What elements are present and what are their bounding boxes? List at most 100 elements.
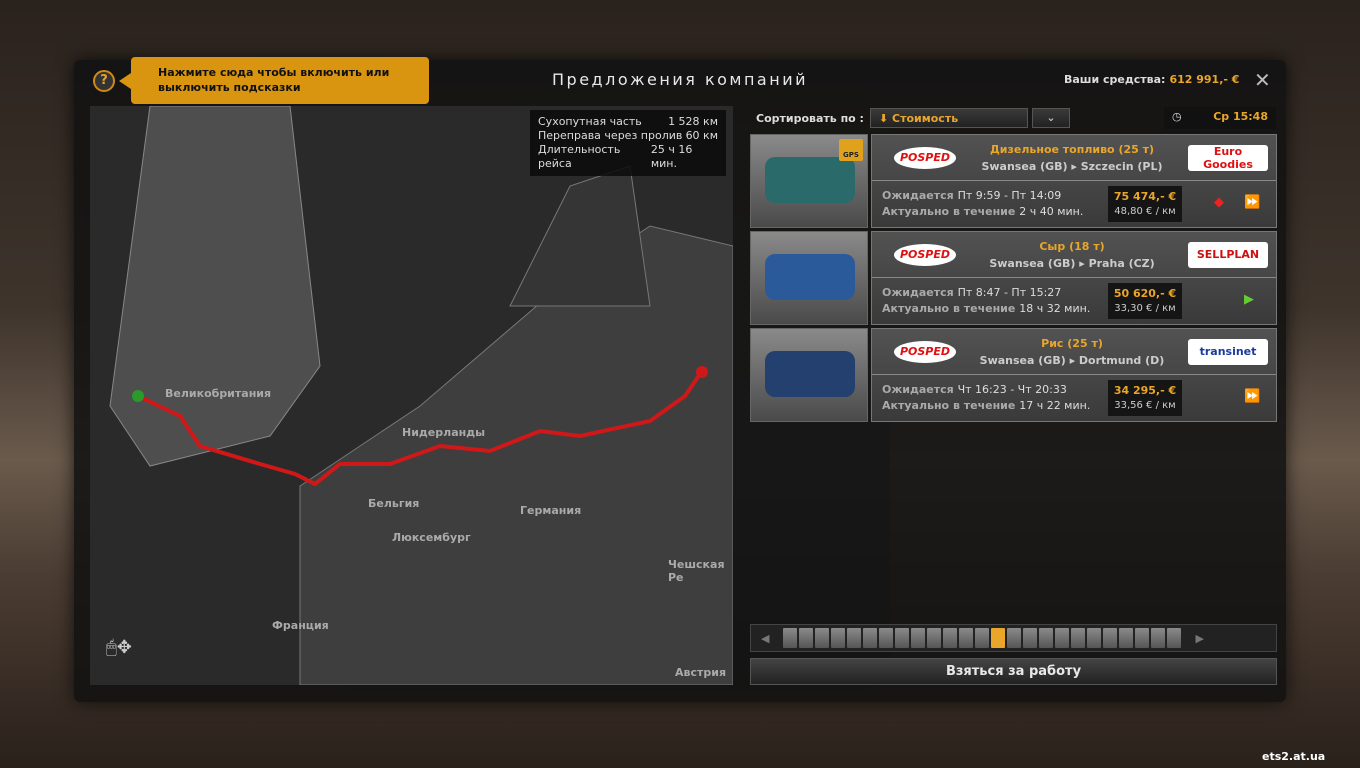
page-segment[interactable] bbox=[959, 628, 974, 648]
chevron-down-icon[interactable]: ⌄ bbox=[1032, 108, 1070, 128]
price-box: 34 295,- € 33,56 € / км bbox=[1108, 380, 1182, 416]
map-label: Люксембург bbox=[392, 531, 471, 544]
expected: Ожидается Пт 9:59 - Пт 14:09 bbox=[882, 189, 1062, 202]
page-segment[interactable] bbox=[863, 628, 878, 648]
mouse-pan-icon: 🖱✥ bbox=[106, 637, 132, 658]
take-job-button[interactable]: Взяться за работу bbox=[750, 658, 1277, 685]
route: Swansea (GB) ▸ Szczecin (PL) bbox=[981, 160, 1163, 173]
route: Swansea (GB) ▸ Praha (CZ) bbox=[989, 257, 1155, 270]
route: Swansea (GB) ▸ Dortmund (D) bbox=[979, 354, 1165, 367]
page-segment[interactable] bbox=[1071, 628, 1086, 648]
job-card[interactable]: POSPED Дизельное топливо (25 т) Swansea (G… bbox=[871, 134, 1277, 228]
job-offer[interactable]: POSPED Рис (25 т) Swansea (GB) ▸ Dortmund … bbox=[750, 328, 1277, 422]
page-segment[interactable] bbox=[943, 628, 958, 648]
map-label: Великобритания bbox=[165, 387, 272, 400]
expected: Ожидается Пт 8:47 - Пт 15:27 bbox=[882, 286, 1062, 299]
cargo: Рис (25 т) bbox=[1041, 337, 1103, 350]
page-segment[interactable] bbox=[783, 628, 798, 648]
fast-forward-icon: ⏩ bbox=[1244, 389, 1261, 404]
active: Актуально в течение 18 ч 32 мин. bbox=[882, 302, 1091, 315]
map-label: Бельгия bbox=[368, 497, 420, 510]
price: 75 474,- € bbox=[1113, 190, 1177, 203]
page-segment[interactable] bbox=[1119, 628, 1134, 648]
trip-label: Длительность рейса bbox=[538, 143, 621, 170]
page-segment[interactable] bbox=[1151, 628, 1166, 648]
funds: Ваши средства: 612 991,- € bbox=[1064, 73, 1239, 86]
job-offer[interactable]: POSPED Сыр (18 т) Swansea (GB) ▸ Praha (CZ… bbox=[750, 231, 1277, 325]
page-segment[interactable] bbox=[1167, 628, 1182, 648]
company-logo: POSPED bbox=[894, 244, 956, 266]
price-per-km: 48,80 € / км bbox=[1114, 206, 1176, 217]
container-trailer-icon bbox=[765, 351, 855, 397]
watermark: ets2.at.ua bbox=[1262, 750, 1326, 763]
hazard-icon: ◆ bbox=[1214, 195, 1224, 210]
job-card[interactable]: POSPED Рис (25 т) Swansea (GB) ▸ Dortmund … bbox=[871, 328, 1277, 422]
cargo: Дизельное топливо (25 т) bbox=[989, 143, 1155, 156]
page-segment[interactable] bbox=[847, 628, 862, 648]
map-label: Германия bbox=[520, 504, 582, 517]
reefer-trailer-icon bbox=[765, 254, 855, 300]
trailer-thumbnail: GPS bbox=[750, 134, 868, 228]
sort-select[interactable]: ⬇ Стоимость bbox=[870, 108, 1028, 128]
active: Актуально в течение 17 ч 22 мин. bbox=[882, 399, 1091, 412]
page-segment[interactable] bbox=[1007, 628, 1022, 648]
close-button[interactable]: ✕ bbox=[1254, 68, 1271, 92]
price-box: 75 474,- € 48,80 € / км bbox=[1108, 186, 1182, 222]
client-logo: SELLPLAN bbox=[1188, 242, 1268, 268]
clock-icon: ◷ bbox=[1172, 110, 1182, 123]
play-icon: ▶ bbox=[1244, 292, 1254, 307]
prev-icon[interactable]: ◀ bbox=[761, 632, 769, 645]
page-segment[interactable] bbox=[895, 628, 910, 648]
page-title: Предложения компаний bbox=[552, 70, 808, 89]
price-per-km: 33,56 € / км bbox=[1114, 400, 1176, 411]
map-label: Нидерланды bbox=[402, 426, 486, 439]
trip-label: Сухопутная часть bbox=[538, 115, 642, 128]
offer-pager[interactable]: ◀ ▶ bbox=[750, 624, 1277, 652]
trailer-thumbnail bbox=[750, 231, 868, 325]
trip-value: 60 км bbox=[685, 129, 718, 142]
client-logo: Euro Goodies bbox=[1188, 145, 1268, 171]
trip-value: 25 ч 16 мин. bbox=[650, 143, 693, 170]
job-offer[interactable]: GPS POSPED Дизельное топливо (25 т) Swanse… bbox=[750, 134, 1277, 228]
company-logo: POSPED bbox=[894, 341, 956, 363]
next-icon[interactable]: ▶ bbox=[1195, 632, 1203, 645]
trip-info: Сухопутная часть 1 528 км Переправа через… bbox=[530, 110, 726, 176]
page-segment[interactable] bbox=[831, 628, 846, 648]
company-logo: POSPED bbox=[894, 147, 956, 169]
active: Актуально в течение 2 ч 40 мин. bbox=[882, 205, 1084, 218]
price-box: 50 620,- € 33,30 € / км bbox=[1108, 283, 1182, 319]
game-clock: ◷ Ср 15:48 bbox=[1164, 107, 1276, 129]
map-label: Франция bbox=[272, 619, 329, 632]
help-icon[interactable]: ? bbox=[93, 70, 115, 92]
page-segment[interactable] bbox=[1103, 628, 1118, 648]
price: 50 620,- € bbox=[1113, 287, 1177, 300]
page-segment[interactable] bbox=[911, 628, 926, 648]
map-label: Чешская Ре bbox=[668, 558, 725, 584]
clock-time: Ср 15:48 bbox=[1213, 110, 1268, 123]
fast-forward-icon: ⏩ bbox=[1244, 195, 1261, 210]
cargo: Сыр (18 т) bbox=[1039, 240, 1105, 253]
land-britain bbox=[109, 106, 321, 467]
route-map[interactable]: Великобритания Нидерланды Бельгия Люксем… bbox=[90, 106, 733, 685]
end-flag-icon bbox=[696, 366, 708, 378]
page-segment[interactable] bbox=[799, 628, 814, 648]
page-segment[interactable] bbox=[1055, 628, 1070, 648]
sort-value: Стоимость bbox=[892, 112, 959, 125]
trailer-thumbnail bbox=[750, 328, 868, 422]
tanker-trailer-icon bbox=[765, 157, 855, 203]
page-segment[interactable] bbox=[1039, 628, 1054, 648]
start-flag-icon bbox=[132, 390, 144, 402]
gps-badge: GPS bbox=[839, 139, 863, 161]
page-segment[interactable] bbox=[815, 628, 830, 648]
page-segment[interactable] bbox=[879, 628, 894, 648]
page-segment[interactable] bbox=[1135, 628, 1150, 648]
job-card[interactable]: POSPED Сыр (18 т) Swansea (GB) ▸ Praha (CZ… bbox=[871, 231, 1277, 325]
page-segment[interactable] bbox=[975, 628, 990, 648]
sort-label: Сортировать по : bbox=[756, 112, 864, 125]
land-denmark bbox=[509, 165, 651, 307]
page-segment[interactable] bbox=[1087, 628, 1102, 648]
page-segment[interactable] bbox=[927, 628, 942, 648]
page-segment[interactable] bbox=[1023, 628, 1038, 648]
page-segment-active[interactable] bbox=[991, 628, 1006, 648]
trip-value: 1 528 км bbox=[668, 115, 718, 128]
